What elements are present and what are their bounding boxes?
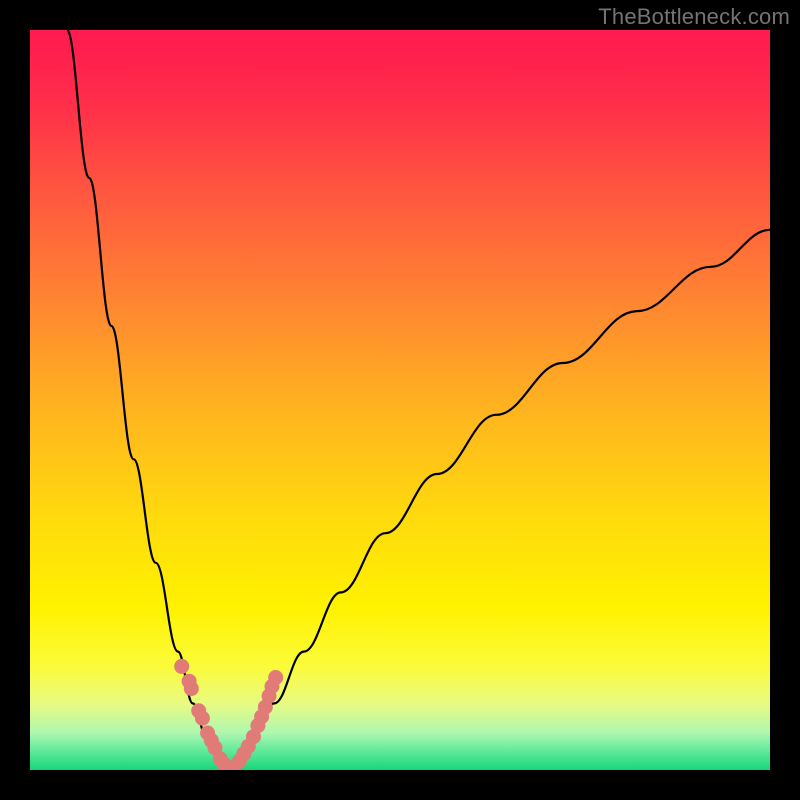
watermark-text: TheBottleneck.com	[598, 4, 790, 30]
chart-background-gradient	[30, 30, 770, 770]
chart-frame	[30, 30, 770, 770]
